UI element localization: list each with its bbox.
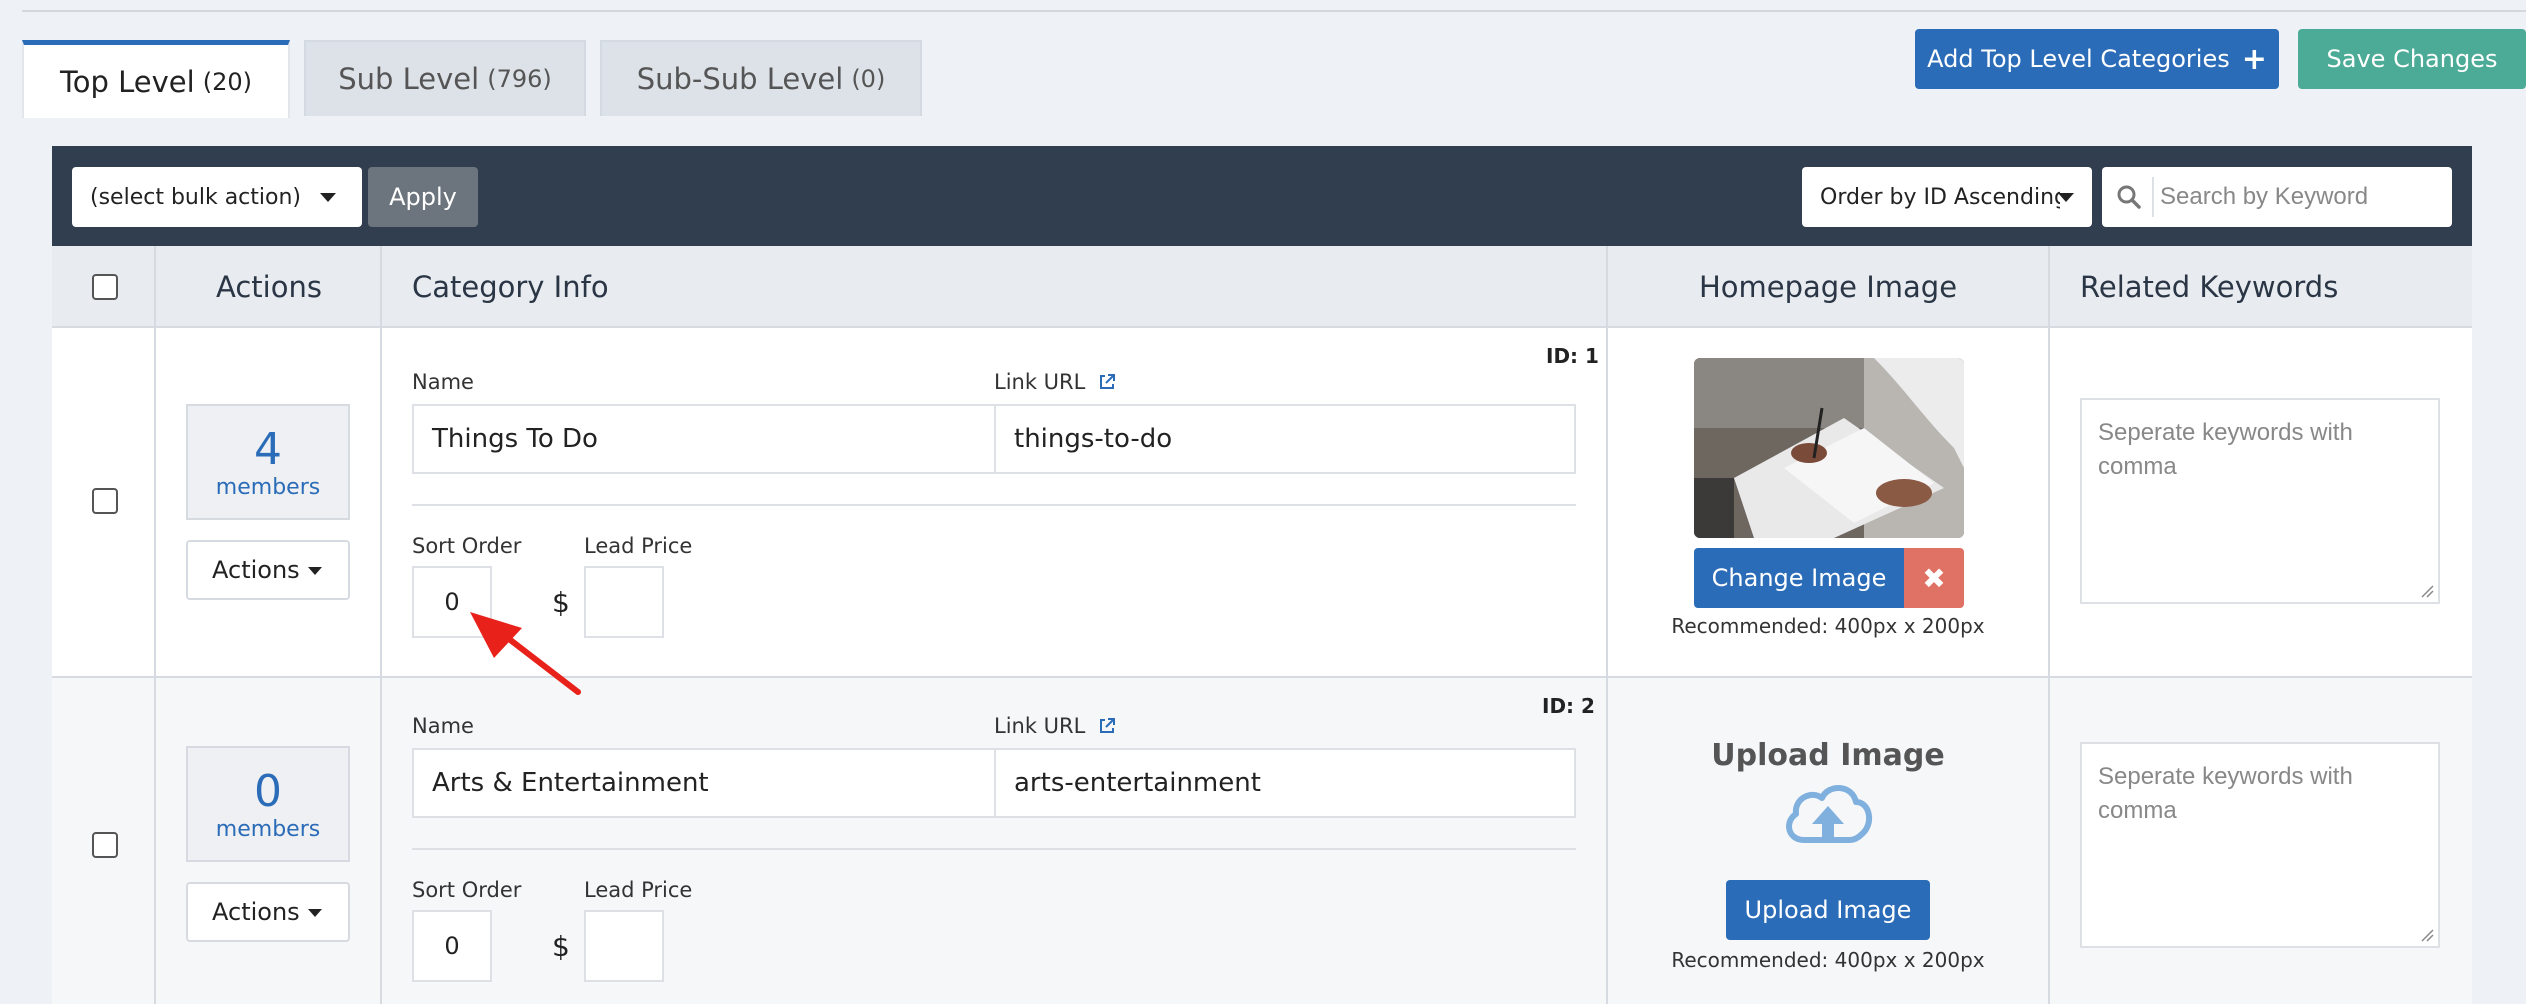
actions-label: Actions bbox=[212, 556, 300, 584]
remove-image-button[interactable]: ✖ bbox=[1904, 548, 1964, 608]
lead-price-label: Lead Price bbox=[584, 878, 693, 902]
column-header-homepage-image: Homepage Image bbox=[1698, 270, 1958, 304]
tab-sub-sub-level[interactable]: Sub-Sub Level (0) bbox=[600, 40, 922, 116]
save-changes-button[interactable]: Save Changes bbox=[2298, 29, 2526, 89]
lead-price-input[interactable] bbox=[584, 910, 664, 982]
caret-down-icon bbox=[320, 193, 336, 202]
name-input[interactable]: Arts & Entertainment bbox=[412, 748, 996, 818]
cloud-upload-icon[interactable] bbox=[1782, 780, 1874, 846]
members-count[interactable]: 4 members bbox=[186, 404, 350, 520]
members-label: members bbox=[215, 816, 321, 842]
bulk-action-value: (select bulk action) bbox=[90, 184, 301, 210]
search-icon bbox=[2117, 185, 2141, 209]
members-number: 0 bbox=[254, 765, 282, 817]
tab-count: (796) bbox=[487, 65, 552, 93]
resize-handle-icon[interactable] bbox=[2420, 584, 2434, 598]
tab-count: (20) bbox=[202, 67, 252, 96]
sort-order-input[interactable]: 0 bbox=[412, 910, 492, 982]
row-actions-dropdown[interactable]: Actions bbox=[186, 540, 350, 600]
tab-label: Top Level bbox=[60, 64, 195, 99]
sort-order-label: Sort Order bbox=[412, 878, 522, 902]
bulk-action-select[interactable]: (select bulk action) bbox=[72, 167, 362, 227]
resize-handle-icon[interactable] bbox=[2420, 928, 2434, 942]
column-header-related-keywords: Related Keywords bbox=[2080, 270, 2339, 304]
row-checkbox[interactable] bbox=[92, 488, 118, 514]
keywords-placeholder: Seperate keywords with comma bbox=[2098, 419, 2353, 480]
caret-down-icon bbox=[308, 909, 322, 917]
link-url-label-text: Link URL bbox=[994, 714, 1086, 738]
link-url-input[interactable]: arts-entertainment bbox=[994, 748, 1576, 818]
annotation-arrow bbox=[470, 612, 581, 695]
select-all-checkbox[interactable] bbox=[92, 274, 118, 300]
row-checkbox[interactable] bbox=[92, 832, 118, 858]
tab-label: Sub Level bbox=[338, 62, 480, 96]
order-by-select[interactable]: Order by ID Ascending bbox=[1802, 167, 2092, 227]
tab-count: (0) bbox=[851, 65, 886, 93]
caret-down-icon bbox=[308, 567, 322, 575]
members-label: members bbox=[215, 474, 321, 500]
row-actions-dropdown[interactable]: Actions bbox=[186, 882, 350, 942]
apply-button[interactable]: Apply bbox=[368, 167, 478, 227]
search-input[interactable] bbox=[2160, 175, 2440, 219]
external-link-icon[interactable] bbox=[1098, 373, 1116, 391]
actions-label: Actions bbox=[212, 898, 300, 926]
search-box bbox=[2102, 167, 2452, 227]
category-id: ID: 2 bbox=[1542, 694, 1595, 718]
currency-symbol: $ bbox=[552, 930, 570, 963]
close-icon: ✖ bbox=[1922, 561, 1946, 595]
order-by-value: Order by ID Ascending bbox=[1820, 184, 2060, 210]
link-url-input[interactable]: things-to-do bbox=[994, 404, 1576, 474]
category-id: ID: 1 bbox=[1546, 344, 1599, 368]
homepage-image-thumbnail bbox=[1694, 358, 1964, 538]
column-divider bbox=[380, 246, 382, 1004]
related-keywords-textarea[interactable]: Seperate keywords with comma bbox=[2080, 742, 2440, 948]
photo-writing-image bbox=[1694, 358, 1964, 538]
link-url-label-text: Link URL bbox=[994, 370, 1086, 394]
tab-label: Sub-Sub Level bbox=[636, 62, 844, 96]
column-divider bbox=[2048, 246, 2050, 1004]
add-top-level-categories-button[interactable]: Add Top Level Categories + bbox=[1915, 29, 2279, 89]
name-label: Name bbox=[412, 370, 474, 394]
lead-price-label: Lead Price bbox=[584, 534, 693, 558]
field-divider bbox=[412, 504, 1576, 506]
name-input[interactable]: Things To Do bbox=[412, 404, 996, 474]
search-divider bbox=[2152, 177, 2154, 217]
caret-down-icon bbox=[2058, 193, 2074, 202]
sort-order-label: Sort Order bbox=[412, 534, 522, 558]
upload-image-title: Upload Image bbox=[1711, 738, 1945, 773]
external-link-icon[interactable] bbox=[1098, 717, 1116, 735]
field-divider bbox=[412, 848, 1576, 850]
members-number: 4 bbox=[254, 423, 282, 475]
upload-image-button[interactable]: Upload Image bbox=[1726, 880, 1930, 940]
tab-top-level[interactable]: Top Level (20) bbox=[22, 40, 290, 118]
related-keywords-textarea[interactable]: Seperate keywords with comma bbox=[2080, 398, 2440, 604]
button-label: Add Top Level Categories bbox=[1927, 45, 2230, 73]
link-url-label: Link URL bbox=[994, 370, 1116, 394]
members-count[interactable]: 0 members bbox=[186, 746, 350, 862]
column-divider bbox=[154, 246, 156, 1004]
change-image-button[interactable]: Change Image bbox=[1694, 548, 1904, 608]
column-header-actions: Actions bbox=[216, 270, 322, 304]
keywords-placeholder: Seperate keywords with comma bbox=[2098, 763, 2353, 824]
column-header-category-info: Category Info bbox=[412, 270, 609, 304]
tab-sub-level[interactable]: Sub Level (796) bbox=[304, 40, 586, 116]
top-divider bbox=[22, 10, 2526, 12]
image-recommendation: Recommended: 400px x 200px bbox=[1671, 614, 1985, 638]
link-url-label: Link URL bbox=[994, 714, 1116, 738]
plus-icon: + bbox=[2241, 41, 2267, 77]
lead-price-input[interactable] bbox=[584, 566, 664, 638]
name-label: Name bbox=[412, 714, 474, 738]
image-recommendation: Recommended: 400px x 200px bbox=[1671, 948, 1985, 972]
